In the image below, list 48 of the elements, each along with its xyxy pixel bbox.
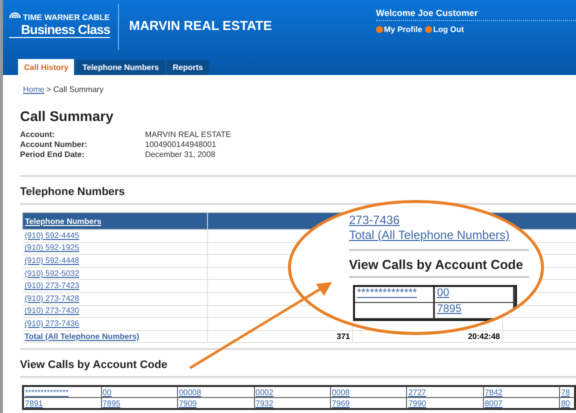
code-link[interactable]: 7932 (256, 398, 274, 408)
info-value: December 31, 2008 (145, 150, 216, 159)
company-name: MARVIN REAL ESTATE (129, 18, 272, 34)
code-link[interactable]: ************** (357, 287, 417, 299)
logo-text: TIME WARNER CABLE (23, 12, 110, 22)
phone-link[interactable]: (910) 592-5032 (24, 268, 80, 278)
info-value: 1004900144948001 (145, 140, 218, 149)
code-link[interactable]: 7842 (484, 388, 502, 397)
info-value: MARVIN REAL ESTATE (145, 130, 232, 139)
code-link[interactable]: 7891 (25, 398, 43, 408)
code-link[interactable]: 0008 (332, 388, 350, 397)
code-link[interactable]: 7895 (102, 398, 120, 408)
phone-link[interactable]: 273-7436 (349, 213, 400, 228)
code-link[interactable]: 7909 (178, 398, 197, 408)
section-heading: View Calls by Account Code (20, 359, 168, 372)
code-link[interactable]: 7895 (437, 303, 462, 315)
code-link[interactable]: 8007 (484, 398, 502, 408)
breadcrumb-link[interactable]: Home (23, 85, 44, 94)
section-heading: Telephone Numbers (20, 186, 126, 198)
tab[interactable]: Reports (166, 60, 210, 75)
phone-link[interactable]: (910) 592-1925 (24, 243, 80, 252)
info-label: Account: (20, 130, 56, 139)
phone-link[interactable]: (910) 592-4448 (24, 256, 80, 265)
code-link[interactable]: 00 (437, 287, 450, 299)
phone-link[interactable]: (910) 273-7423 (24, 281, 80, 290)
tab[interactable]: Call History (18, 59, 74, 75)
phone-link[interactable]: (910) 273-7436 (24, 318, 80, 328)
header-link[interactable]: Log Out (425, 25, 464, 34)
code-link[interactable]: 00 (102, 388, 112, 397)
info-label: Account Number: (20, 140, 88, 149)
welcome-text: Welcome Joe Customer (376, 8, 576, 21)
total-duration: 20:42:48 (468, 332, 500, 341)
logo-text: Business Class (9, 22, 110, 38)
code-link[interactable]: 2727 (408, 388, 426, 397)
code-link[interactable]: 7969 (332, 398, 350, 408)
section-heading: View Calls by Account Code (349, 257, 524, 272)
total-link[interactable]: Total (All Telephone Numbers) (349, 228, 510, 243)
info-label: Period End Date: (20, 150, 86, 159)
header-link[interactable]: My Profile (376, 25, 422, 34)
total-calls: 371 (336, 332, 350, 341)
breadcrumb-current: > Call Summary (46, 85, 104, 94)
code-link[interactable]: 0002 (256, 388, 274, 397)
phone-link[interactable]: (910) 273-7428 (24, 294, 80, 303)
tab[interactable]: Telephone Numbers (76, 60, 165, 75)
page-title: Call Summary (20, 107, 114, 124)
phone-link[interactable]: (910) 273-7430 (24, 306, 80, 316)
phone-link[interactable]: (910) 592-4445 (24, 230, 80, 240)
code-link[interactable]: 7990 (408, 398, 426, 408)
